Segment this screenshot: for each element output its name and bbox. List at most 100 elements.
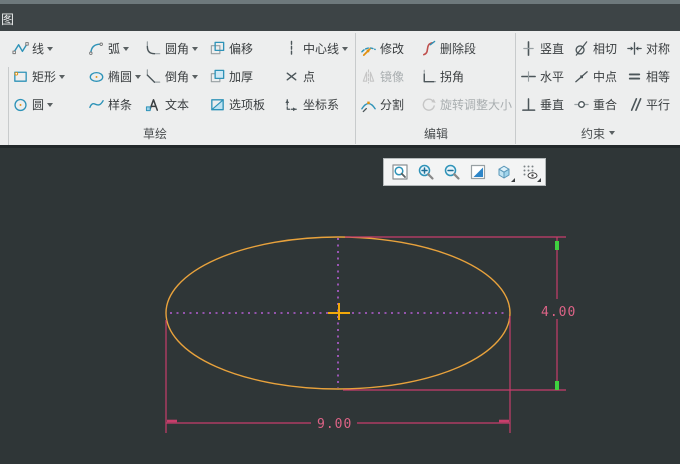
highlight-tick xyxy=(555,381,559,390)
button-arc[interactable]: 弧 xyxy=(86,34,143,62)
button-midpoint[interactable]: 中点 xyxy=(571,62,624,90)
button-centerline[interactable]: 中心线 xyxy=(281,34,350,62)
button-vertical[interactable]: 竖直 xyxy=(518,34,571,62)
ellipse-center-cross[interactable] xyxy=(328,303,350,320)
chevron-down-icon xyxy=(609,131,615,138)
button-line[interactable]: 线 xyxy=(10,34,86,62)
csys-icon xyxy=(283,96,300,113)
ribbon-column: 相切中点重合 xyxy=(571,34,624,118)
button-palette[interactable]: 选项板 xyxy=(207,90,281,118)
button-label: 相切 xyxy=(593,41,618,56)
sketch-viewport[interactable]: 9.00 4.00 xyxy=(0,148,680,464)
ribbon-column: 竖直 水平 垂直 xyxy=(518,34,571,118)
button-circle[interactable]: 圆 xyxy=(10,90,86,118)
ribbon-separator xyxy=(355,33,356,144)
button-label: 倒角 xyxy=(165,69,190,84)
chevron-down-icon[interactable] xyxy=(123,46,130,54)
dimension-width-value[interactable]: 9.00 xyxy=(317,417,352,432)
ribbon-column: 弧椭圆样条 xyxy=(86,34,143,118)
button-perpendicular[interactable]: 垂直 xyxy=(518,90,571,118)
button-fillet[interactable]: 圆角 xyxy=(143,34,207,62)
titlebar: 图 xyxy=(0,4,680,31)
button-horizontal[interactable]: 水平 xyxy=(518,62,571,90)
button-label: 点 xyxy=(303,69,316,84)
rectangle-icon xyxy=(12,68,29,85)
button-zoom-fit[interactable] xyxy=(388,160,411,184)
ribbon-group-constrain[interactable]: 竖直 水平 垂直 相切 中点 重合 对称 相等 平行 约束 xyxy=(518,31,678,145)
button-parallel[interactable]: 平行 xyxy=(624,90,677,118)
button-label: 文本 xyxy=(165,97,190,112)
delete-segment-icon xyxy=(420,40,437,57)
view-toolbar xyxy=(383,158,546,186)
button-label: 中点 xyxy=(593,69,618,84)
button-label: 矩形 xyxy=(32,69,57,84)
button-csys[interactable]: 坐标系 xyxy=(281,90,350,118)
chevron-down-icon[interactable] xyxy=(192,46,199,54)
button-tangent[interactable]: 相切 xyxy=(571,34,624,62)
button-label: 平行 xyxy=(646,97,671,112)
highlight-tick xyxy=(555,241,559,250)
button-repaint[interactable] xyxy=(466,160,489,184)
chevron-down-icon[interactable] xyxy=(47,102,54,110)
button-display-filters[interactable] xyxy=(518,160,541,184)
ribbon-separator xyxy=(515,33,516,144)
button-label: 线 xyxy=(32,41,45,56)
button-delete-segment[interactable]: 删除段 xyxy=(418,34,514,62)
text-icon xyxy=(145,96,162,113)
button-mirror: 镜像 xyxy=(358,62,418,90)
dimension-height-value[interactable]: 4.00 xyxy=(541,305,576,320)
button-label: 水平 xyxy=(540,69,565,84)
ribbon-column: 圆角 倒角 文本 xyxy=(143,34,207,118)
corner-icon xyxy=(420,68,437,85)
button-label: 样条 xyxy=(108,97,133,112)
button-rectangle[interactable]: 矩形 xyxy=(10,62,86,90)
button-label: 拐角 xyxy=(440,69,465,84)
ribbon-column: 对称 相等 平行 xyxy=(624,34,677,118)
button-equal[interactable]: 相等 xyxy=(624,62,677,90)
button-label: 对称 xyxy=(646,41,671,56)
button-zoom-out[interactable] xyxy=(440,160,463,184)
button-coincident[interactable]: 重合 xyxy=(571,90,624,118)
button-chamfer[interactable]: 倒角 xyxy=(143,62,207,90)
button-thicken[interactable]: 加厚 xyxy=(207,62,281,90)
group-label-edit: 编辑 xyxy=(423,127,448,141)
sketch-canvas[interactable]: 9.00 4.00 xyxy=(0,148,680,464)
chevron-down-icon[interactable] xyxy=(47,46,54,54)
button-zoom-in[interactable] xyxy=(414,160,437,184)
button-rotate-resize: 旋转调整大小 xyxy=(418,90,514,118)
ribbon-column: 中心线点坐标系 xyxy=(281,34,350,118)
button-label: 中心线 xyxy=(303,41,340,56)
button-symmetric[interactable]: 对称 xyxy=(624,34,677,62)
modify-icon xyxy=(360,40,377,57)
spline-icon xyxy=(88,96,105,113)
ribbon-separator xyxy=(8,67,9,147)
button-display-style[interactable] xyxy=(492,160,515,184)
button-label: 删除段 xyxy=(440,41,477,56)
button-label: 垂直 xyxy=(540,97,565,112)
button-ellipse[interactable]: 椭圆 xyxy=(86,62,143,90)
chevron-down-icon[interactable] xyxy=(59,74,66,82)
button-spline[interactable]: 样条 xyxy=(86,90,143,118)
button-divide[interactable]: 分割 xyxy=(358,90,418,118)
button-offset[interactable]: 偏移 xyxy=(207,34,281,62)
chamfer-icon xyxy=(145,68,162,85)
palette-icon xyxy=(209,96,226,113)
button-label: 镜像 xyxy=(380,69,405,84)
button-corner[interactable]: 拐角 xyxy=(418,62,514,90)
divide-icon xyxy=(360,96,377,113)
chevron-down-icon[interactable] xyxy=(342,46,349,54)
parallel-icon xyxy=(626,96,643,113)
symmetric-icon xyxy=(626,40,643,57)
horizontal-icon xyxy=(520,68,537,85)
chevron-down-icon[interactable] xyxy=(192,74,199,82)
button-label: 竖直 xyxy=(540,41,565,56)
button-text[interactable]: 文本 xyxy=(143,90,207,118)
group-label-constrain[interactable]: 约束 xyxy=(518,125,678,142)
chevron-down-icon[interactable] xyxy=(135,74,142,82)
button-label: 相等 xyxy=(646,69,671,84)
arc-icon xyxy=(88,40,105,57)
button-point[interactable]: 点 xyxy=(281,62,350,90)
button-modify[interactable]: 修改 xyxy=(358,34,418,62)
mirror-icon xyxy=(360,68,377,85)
chevron-down-icon xyxy=(537,178,541,182)
